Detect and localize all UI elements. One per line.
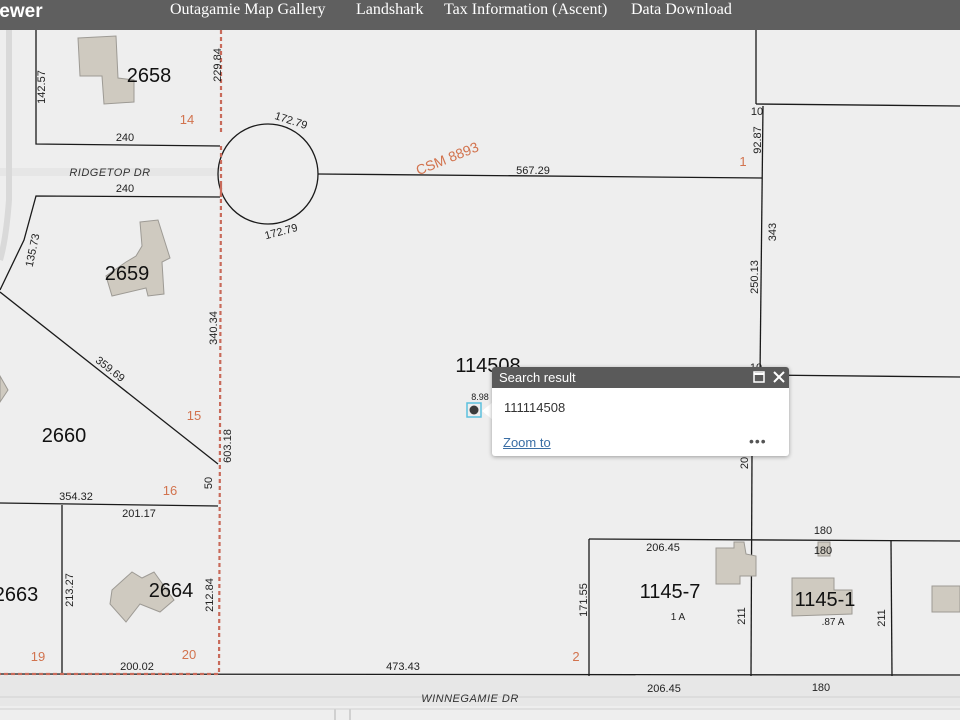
dim-603-18: 603.18 xyxy=(222,429,234,463)
nav-link-tax-information[interactable]: Tax Information (Ascent) xyxy=(444,0,607,20)
nav-link-data-download[interactable]: Data Download xyxy=(631,0,732,20)
lot-19: 19 xyxy=(31,649,45,664)
dim-212-84: 212.84 xyxy=(204,578,216,612)
parcel-map[interactable]: 229.84 142.57 240 240 172.79 172.79 567.… xyxy=(0,30,960,720)
dim-206-45-top: 206.45 xyxy=(646,542,680,554)
lot-2: 2 xyxy=(572,649,579,664)
parcel-2663: 2663 xyxy=(0,584,38,606)
dim-250-13: 250.13 xyxy=(749,260,761,294)
parcel-2658: 2658 xyxy=(127,65,172,87)
lot-14: 14 xyxy=(180,112,194,127)
dim-240-top: 240 xyxy=(116,132,134,144)
dim-567-29: 567.29 xyxy=(516,165,550,177)
dim-180-a: 180 xyxy=(814,525,832,537)
curved-road-strip xyxy=(0,30,12,261)
app-title: iewer xyxy=(0,1,43,22)
parcel-1145-7: 1145-7 xyxy=(640,581,701,603)
parcel-number-labels: 2658 2659 2660 2663 2664 114508 1145-7 1… xyxy=(0,65,855,611)
parcel-2664: 2664 xyxy=(149,580,194,602)
dim-172-79-top: 172.79 xyxy=(273,110,309,132)
csm-label: CSM 8893 xyxy=(413,138,481,178)
dim-142-57: 142.57 xyxy=(36,70,48,104)
acreage-1145-1: .87 A xyxy=(822,617,845,628)
dim-180-c: 180 xyxy=(812,682,830,694)
dim-92-87: 92.87 xyxy=(752,126,764,154)
dim-340-34: 340.34 xyxy=(208,311,220,345)
lot-1: 1 xyxy=(739,154,746,169)
dim-171-55: 171.55 xyxy=(578,583,590,617)
selected-point-marker[interactable] xyxy=(469,405,479,415)
lot-15: 15 xyxy=(187,408,201,423)
dim-180-b: 180 xyxy=(814,545,832,557)
zoom-to-link[interactable]: Zoom to xyxy=(503,435,551,450)
parcel-2660: 2660 xyxy=(42,425,87,447)
top-navigation-bar: iewer Outagamie Map Gallery Landshark Ta… xyxy=(0,0,960,30)
dim-213-27: 213.27 xyxy=(64,573,76,607)
parcel-1145-1: 1145-1 xyxy=(795,589,856,611)
road-label-ridgetop: RIDGETOP DR xyxy=(69,167,150,179)
nav-link-outagamie-map-gallery[interactable]: Outagamie Map Gallery xyxy=(170,0,326,20)
dim-172-79-bottom: 172.79 xyxy=(263,222,299,242)
parcel-2659: 2659 xyxy=(105,263,150,285)
dim-135-73: 135.73 xyxy=(24,233,43,268)
dim-211-left: 211 xyxy=(736,607,748,625)
nav-link-landshark[interactable]: Landshark xyxy=(356,0,424,20)
dim-229-84: 229.84 xyxy=(212,48,224,82)
dim-240-bottom: 240 xyxy=(116,183,134,195)
dim-343: 343 xyxy=(767,223,779,241)
search-result-popup: Search result 111114508 Zoom to ••• xyxy=(492,367,789,456)
maximize-icon[interactable] xyxy=(751,369,767,385)
close-icon[interactable] xyxy=(771,369,787,385)
road-label-winnegamie: WINNEGAMIE DR xyxy=(421,693,519,705)
popup-title: Search result xyxy=(499,370,576,385)
lot-20: 20 xyxy=(182,647,196,662)
dim-50: 50 xyxy=(203,477,215,489)
dim-354-32: 354.32 xyxy=(59,491,93,503)
acreage-1145-7: 1 A xyxy=(671,612,686,623)
dim-200-02: 200.02 xyxy=(120,661,154,673)
popup-result-value: 111114508 xyxy=(504,400,566,415)
dim-201-17: 201.17 xyxy=(122,508,156,520)
dim-20: 20 xyxy=(739,457,751,469)
dim-473-43: 473.43 xyxy=(386,661,420,673)
dim-8-98: 8.98 xyxy=(471,392,489,402)
popup-header: Search result xyxy=(492,367,789,388)
lot-16: 16 xyxy=(163,483,177,498)
dim-206-45-bottom: 206.45 xyxy=(647,683,681,695)
dim-10: 10 xyxy=(751,106,763,118)
more-actions-icon[interactable]: ••• xyxy=(749,433,767,449)
dim-211-right: 211 xyxy=(876,609,888,627)
